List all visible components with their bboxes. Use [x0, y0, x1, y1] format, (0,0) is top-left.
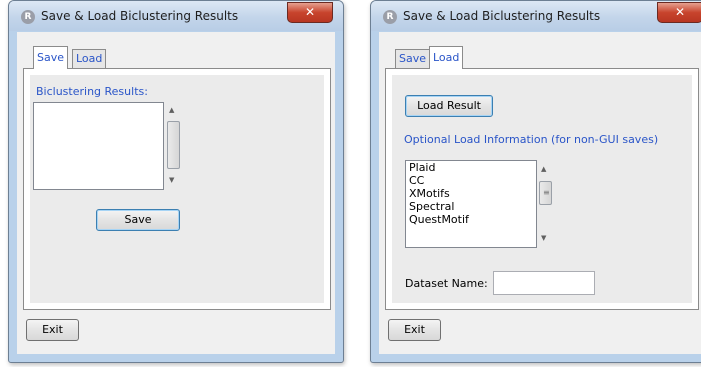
method-list-scrollbar[interactable]: ▲ ≡ ▼ — [537, 160, 554, 246]
scroll-down-arrow-icon[interactable]: ▼ — [169, 176, 174, 184]
save-button[interactable]: Save — [96, 209, 180, 231]
save-tab-content: Biclustering Results: ▲ ▼ Save — [30, 75, 324, 303]
load-tab-content: Load Result Optional Load Information (f… — [392, 75, 692, 303]
scroll-up-arrow-icon[interactable]: ▲ — [169, 106, 174, 114]
list-item[interactable]: Spectral — [406, 200, 536, 213]
scrollbar-grip-icon: ≡ — [543, 188, 550, 197]
list-item[interactable]: CC — [406, 174, 536, 187]
tab-load[interactable]: Load — [72, 49, 107, 68]
tab-save[interactable]: Save — [395, 49, 431, 68]
list-item[interactable]: XMotifs — [406, 187, 536, 200]
save-tab-panel: Biclustering Results: ▲ ▼ Save — [23, 68, 331, 310]
window-title: Save & Load Biclustering Results — [41, 9, 239, 23]
biclustering-results-listbox[interactable] — [33, 102, 164, 190]
save-load-window-right: R Save & Load Biclustering Results ✕ Sav… — [370, 0, 701, 363]
dataset-name-label: Dataset Name: — [405, 277, 488, 290]
exit-button[interactable]: Exit — [26, 319, 79, 341]
load-tab-panel: Load Result Optional Load Information (f… — [385, 68, 699, 310]
load-result-button[interactable]: Load Result — [405, 95, 493, 117]
tab-save[interactable]: Save — [33, 46, 69, 69]
title-bar[interactable]: R Save & Load Biclustering Results ✕ — [371, 1, 701, 31]
list-item[interactable]: QuestMotif — [406, 213, 536, 226]
results-scrollbar[interactable]: ▲ ▼ — [165, 102, 182, 188]
list-item[interactable]: Plaid — [406, 161, 536, 174]
title-bar[interactable]: R Save & Load Biclustering Results ✕ — [9, 1, 343, 31]
close-icon: ✕ — [674, 5, 686, 19]
r-logo-icon: R — [383, 10, 397, 24]
save-load-window-left: R Save & Load Biclustering Results ✕ Sav… — [8, 0, 344, 363]
close-icon: ✕ — [304, 5, 316, 19]
exit-button[interactable]: Exit — [388, 319, 441, 341]
window-client-area: Save Load Biclustering Results: ▲ ▼ Save… — [17, 32, 335, 354]
dataset-name-field[interactable] — [493, 271, 595, 295]
window-client-area: Save Load Load Result Optional Load Info… — [379, 32, 701, 354]
close-button[interactable]: ✕ — [287, 2, 333, 23]
r-logo-icon: R — [21, 10, 35, 24]
close-button[interactable]: ✕ — [657, 2, 701, 23]
scroll-down-arrow-icon[interactable]: ▼ — [541, 234, 546, 242]
scrollbar-thumb[interactable]: ≡ — [539, 181, 552, 205]
window-title: Save & Load Biclustering Results — [403, 9, 601, 23]
optional-load-info-label: Optional Load Information (for non-GUI s… — [404, 133, 659, 146]
scroll-up-arrow-icon[interactable]: ▲ — [541, 165, 546, 173]
biclustering-results-label: Biclustering Results: — [36, 85, 148, 98]
scrollbar-thumb[interactable] — [167, 121, 180, 169]
method-listbox[interactable]: Plaid CC XMotifs Spectral QuestMotif — [405, 160, 537, 248]
tab-load[interactable]: Load — [429, 46, 464, 69]
